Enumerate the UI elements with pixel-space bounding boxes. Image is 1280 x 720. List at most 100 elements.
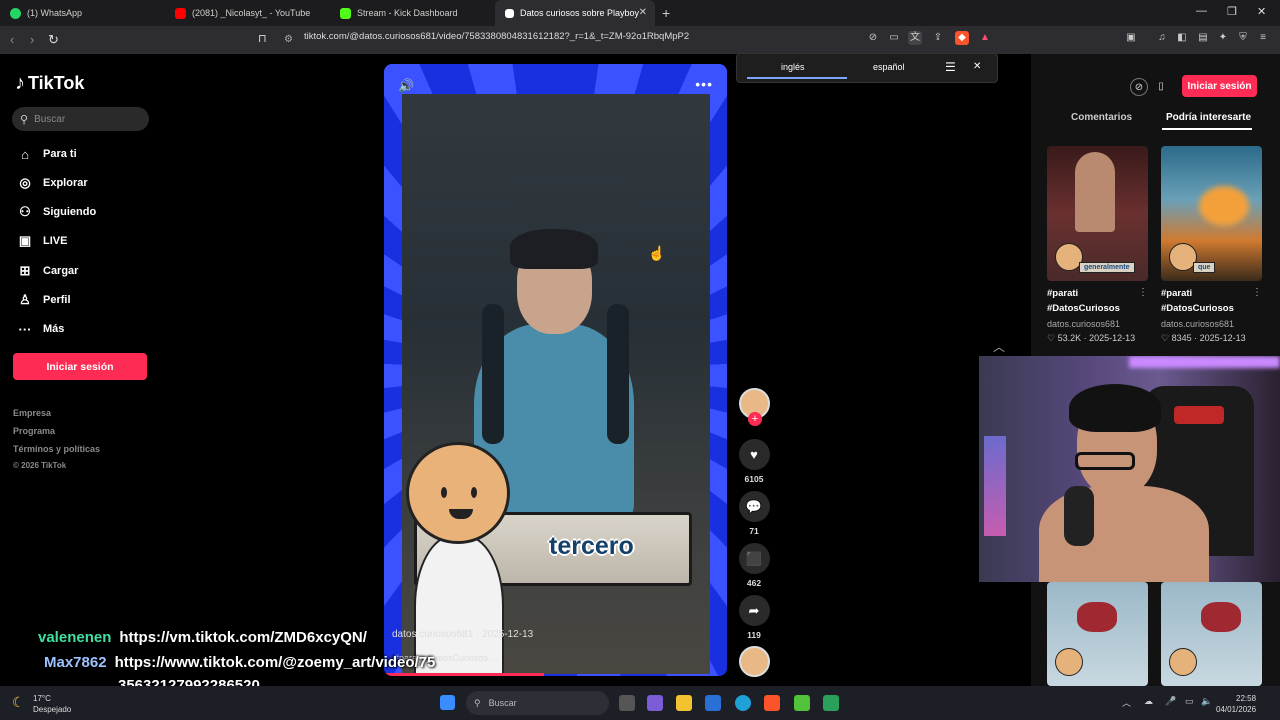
- system-clock[interactable]: 22:58 04/01/2026: [1216, 693, 1256, 715]
- no-tracking-icon[interactable]: ⊘: [866, 31, 880, 45]
- sidebar-item-cargar[interactable]: ⊞ Cargar: [16, 261, 79, 281]
- more-icon: ···: [18, 321, 32, 337]
- video-thumbnail[interactable]: [1047, 582, 1148, 686]
- brave-icon[interactable]: [764, 695, 780, 711]
- footer-programa[interactable]: Programa: [13, 426, 55, 436]
- start-icon[interactable]: [440, 695, 455, 710]
- site-info-icon[interactable]: ⚙: [284, 34, 293, 45]
- more-options-icon[interactable]: •••: [695, 76, 713, 92]
- bookmark-icon: ⬛: [738, 543, 770, 574]
- sidebar-item-siguiendo[interactable]: ⚇ Siguiendo: [16, 202, 96, 222]
- sidebar-item-explorar[interactable]: ◎ Explorar: [16, 173, 87, 193]
- vpn-icon[interactable]: ⛨: [1236, 31, 1250, 45]
- bookmark-icon[interactable]: ⊓: [258, 32, 267, 45]
- store-icon[interactable]: [705, 695, 721, 711]
- card-caption[interactable]: #parati #DatosCuriosos: [1161, 286, 1234, 316]
- tab-tiktok-active[interactable]: Datos curiosos sobre Playboy ✕: [495, 0, 655, 26]
- address-bar[interactable]: tiktok.com/@datos.curiosos681/video/7583…: [304, 31, 689, 42]
- footer-terminos[interactable]: Términos y políticas: [13, 444, 100, 454]
- tray-chevron-icon[interactable]: ︿: [1122, 696, 1131, 709]
- comment-button[interactable]: 💬 71: [738, 491, 770, 536]
- tab-youtube[interactable]: (2081) _Nicolasyt_ - YouTube: [165, 0, 330, 26]
- video-player[interactable]: tercero 🔊 ••• datos.curiosos681 · 2025-1…: [384, 64, 727, 676]
- share-icon[interactable]: ⇪: [931, 31, 945, 45]
- obs-icon[interactable]: [823, 695, 839, 711]
- streamer-hair: [1069, 384, 1161, 432]
- sidebar-item-label: Para ti: [43, 148, 77, 160]
- follow-plus-icon[interactable]: +: [748, 412, 762, 426]
- close-tab-icon[interactable]: ✕: [639, 7, 647, 18]
- brave-shield-icon[interactable]: ◆: [955, 31, 969, 45]
- like-button[interactable]: ♥ 6105: [738, 439, 770, 484]
- translate-icon[interactable]: 文: [908, 31, 922, 45]
- profile-icon: ♙: [19, 292, 31, 307]
- login-button-top[interactable]: Iniciar sesión: [1182, 75, 1257, 97]
- forward-icon[interactable]: ›: [30, 32, 34, 47]
- compass-icon[interactable]: ⊘: [1130, 78, 1148, 96]
- creator-avatar-button[interactable]: +: [738, 388, 770, 426]
- tiktok-logo[interactable]: ♪ TikTok: [15, 72, 84, 95]
- sidebar-item-perfil[interactable]: ♙ Perfil: [16, 290, 70, 310]
- sidebar-item-live[interactable]: ▣ LIVE: [16, 231, 68, 251]
- card-more-icon[interactable]: ⋮: [1252, 287, 1262, 298]
- tab-kick[interactable]: Stream - Kick Dashboard: [330, 0, 495, 26]
- close-window-icon[interactable]: ✕: [1257, 5, 1266, 18]
- volume-icon[interactable]: 🔊: [398, 78, 414, 94]
- app-icon[interactable]: [794, 695, 810, 711]
- video-thumbnail[interactable]: [1161, 582, 1262, 686]
- close-icon[interactable]: ✕: [973, 61, 981, 72]
- maximize-icon[interactable]: ❐: [1227, 5, 1237, 18]
- login-button[interactable]: Iniciar sesión: [13, 353, 147, 380]
- teams-icon[interactable]: [647, 695, 663, 711]
- translate-menu-icon[interactable]: ☰: [945, 60, 956, 74]
- share-button[interactable]: ➦ 119: [738, 595, 770, 640]
- weather-widget[interactable]: 17°C Despejado: [33, 693, 71, 715]
- menu-icon[interactable]: ≡: [1256, 31, 1270, 45]
- file-explorer-icon[interactable]: [676, 695, 692, 711]
- scroll-up-icon[interactable]: ︿: [993, 338, 1005, 355]
- mobile-icon[interactable]: ▯: [1152, 78, 1170, 96]
- cast-icon[interactable]: ▭: [887, 31, 901, 45]
- card-more-icon[interactable]: ⋮: [1138, 287, 1148, 298]
- cartoon-eye: [441, 487, 447, 498]
- card-user[interactable]: datos.curiosos681: [1047, 319, 1120, 329]
- sidebar-item-para-ti[interactable]: ⌂ Para ti: [16, 144, 77, 164]
- wallet-icon[interactable]: ▤: [1196, 31, 1210, 45]
- card-user[interactable]: datos.curiosos681: [1161, 319, 1234, 329]
- footer-empresa[interactable]: Empresa: [13, 408, 51, 418]
- taskbar-search[interactable]: ⚲ Buscar: [466, 691, 609, 715]
- task-view-icon[interactable]: [619, 695, 635, 711]
- tab-comentarios[interactable]: Comentarios: [1071, 112, 1132, 123]
- minimize-icon[interactable]: —: [1196, 5, 1207, 17]
- comment-count: 71: [749, 526, 759, 536]
- speaker-icon[interactable]: 🔈: [1201, 696, 1212, 707]
- sound-avatar-button[interactable]: [738, 646, 770, 677]
- tab-whatsapp[interactable]: (1) WhatsApp: [0, 0, 165, 26]
- webcam-overlay: [979, 356, 1280, 582]
- tab-podria-interesarte[interactable]: Podría interesarte: [1166, 112, 1251, 123]
- lang-to[interactable]: español: [873, 62, 905, 72]
- mic-icon[interactable]: 🎤: [1165, 696, 1176, 707]
- video-author[interactable]: datos.curiosos681 · 2025-12-13: [392, 629, 533, 640]
- search-input[interactable]: ⚲ Buscar: [12, 107, 149, 131]
- save-button[interactable]: ⬛ 462: [738, 543, 770, 588]
- moon-weather-icon[interactable]: ☾: [12, 694, 25, 711]
- lang-from[interactable]: inglés: [781, 62, 805, 72]
- video-progress-bar[interactable]: [384, 673, 544, 676]
- video-thumbnail[interactable]: generalmente: [1047, 146, 1148, 281]
- new-tab-button[interactable]: +: [662, 5, 670, 21]
- edge-icon[interactable]: [735, 695, 751, 711]
- card-caption[interactable]: #parati #DatosCuriosos: [1047, 286, 1120, 316]
- video-thumbnail[interactable]: que: [1161, 146, 1262, 281]
- tab-title: (2081) _Nicolasyt_ - YouTube: [192, 8, 311, 18]
- sidebar-icon[interactable]: ▣: [1124, 31, 1138, 45]
- network-icon[interactable]: ▭: [1185, 696, 1194, 707]
- rewards-icon[interactable]: ▲: [978, 31, 992, 45]
- tray-app-icon[interactable]: ☁: [1144, 696, 1153, 707]
- sidebar-item-mas[interactable]: ··· Más: [16, 319, 65, 339]
- reload-icon[interactable]: ↻: [48, 32, 59, 48]
- ai-icon[interactable]: ✦: [1216, 31, 1230, 45]
- back-icon[interactable]: ‹: [10, 32, 14, 47]
- music-icon[interactable]: ♫: [1155, 31, 1169, 45]
- panel-icon[interactable]: ◧: [1175, 31, 1189, 45]
